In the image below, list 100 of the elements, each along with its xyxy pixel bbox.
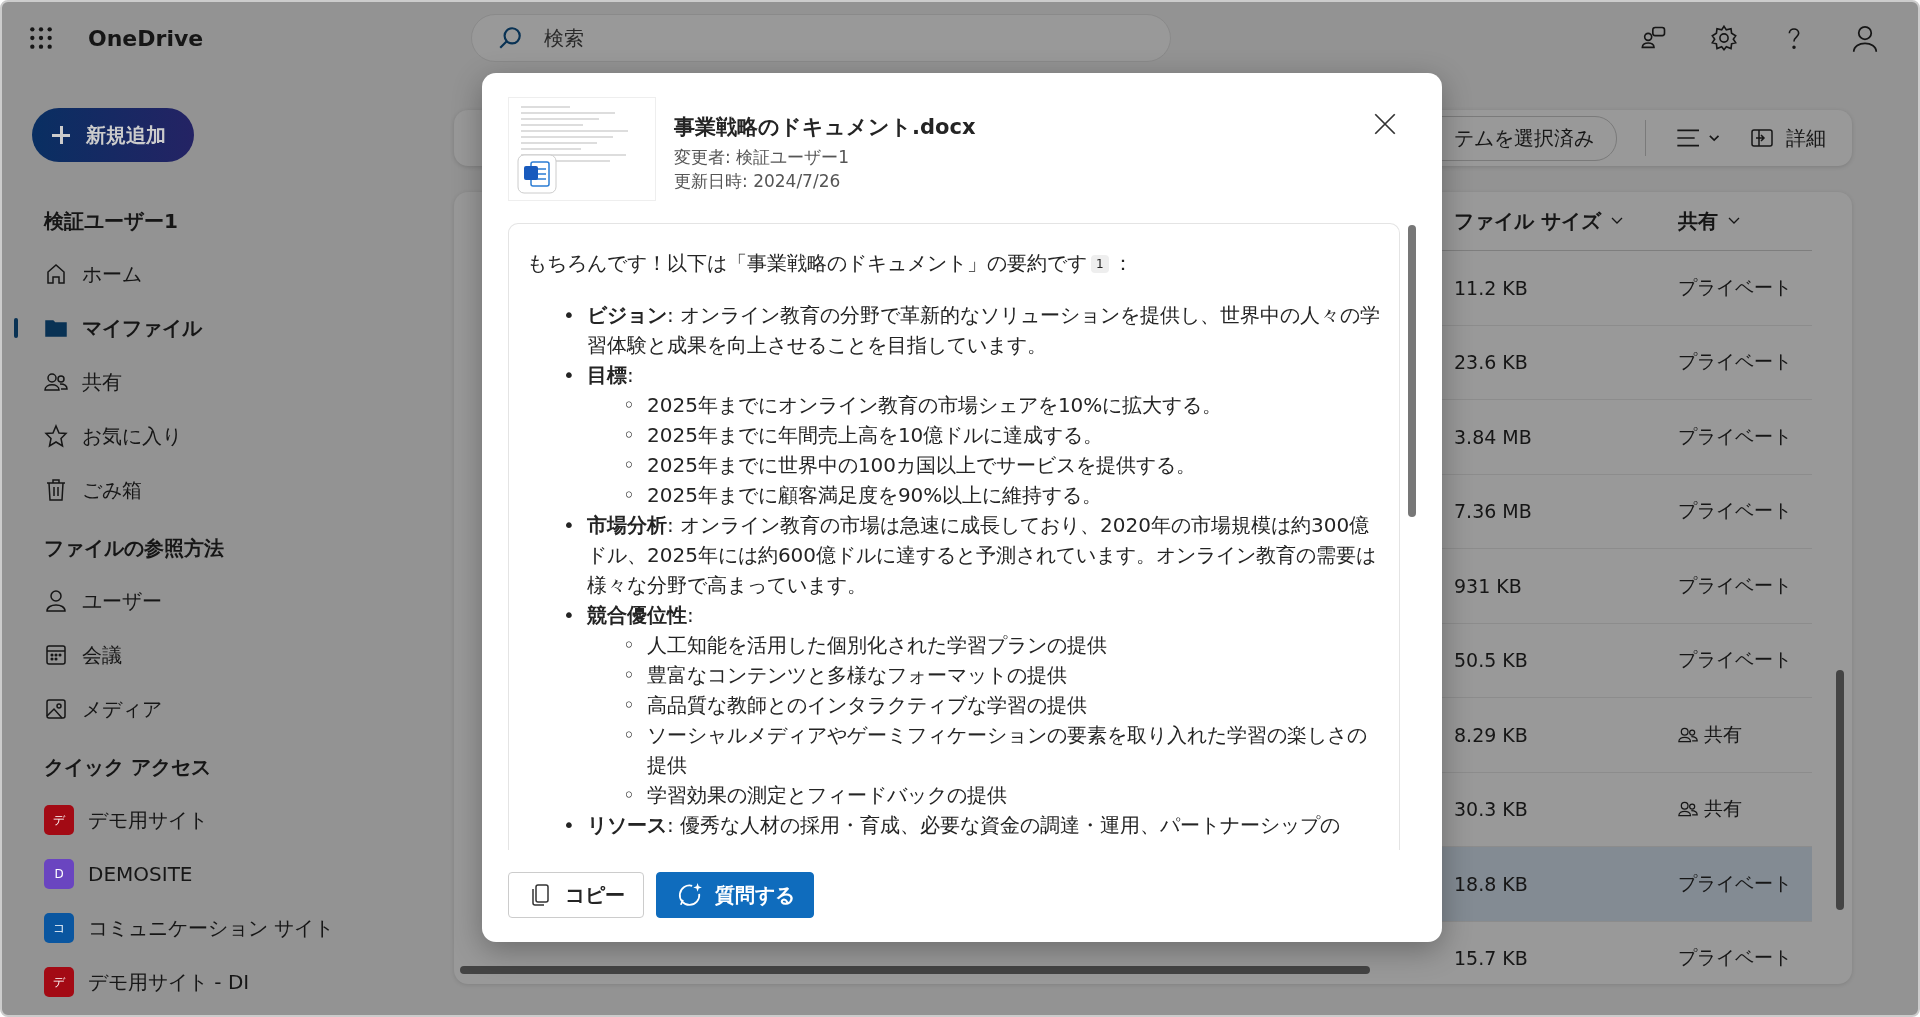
sharing-status: プライベート [1678,498,1792,524]
column-header[interactable]: 共有 [1678,207,1718,235]
site-badge: コ [44,913,74,943]
updated-date: 更新日時: 2024/7/26 [674,170,842,193]
modified-by: 変更者: 検証ユーザー1 [674,146,850,169]
details-pane-icon [1750,126,1774,150]
copy-button[interactable]: コピー [508,872,644,918]
site-badge: D [44,859,74,889]
section-heading: ファイルの参照方法 [43,535,225,562]
scrollbar[interactable] [1408,225,1416,517]
table-cell-text: 18.8 KB [1454,872,1529,895]
bullet-marker: ◦ [623,452,636,479]
scrollbar[interactable] [1836,670,1844,910]
bullet-marker: ◦ [623,392,636,419]
summary-subpoint: 2025年までに世界中の100カ国以上でサービスを提供する。 [647,452,1197,479]
sharing-status: プライベート [1678,870,1792,896]
sparkle-chat-icon [677,882,703,908]
details-button[interactable]: 詳細 [1744,123,1832,153]
table-cell-text: 3.84 MB [1454,425,1533,448]
sharing-status: プライベート [1678,572,1792,598]
sharing-status: プライベート [1678,945,1792,971]
table-cell-text: 50.5 KB [1454,649,1529,672]
bullet-marker: • [563,362,576,389]
sharing-status: 共有 [1678,796,1742,823]
bullet-marker: • [563,302,576,329]
table-cell-text: 30.3 KB [1454,798,1529,821]
ask-button[interactable]: 質問する [656,872,814,918]
bullet-marker: • [563,812,576,839]
image-icon [44,697,68,721]
selection-indicator [14,318,18,338]
bullet-marker: ◦ [623,422,636,449]
nav-item[interactable]: メディア [32,682,442,736]
nav-item[interactable]: お気に入り [32,409,442,463]
chevron-down-icon[interactable] [1728,217,1740,225]
summary-subpoint: 人工知能を活用した個別化された学習プランの提供 [647,632,1107,659]
table-cell-text: 8.29 KB [1454,723,1529,746]
sharing-status: プライベート [1678,349,1792,375]
table-cell-text: 7.36 MB [1454,500,1533,523]
table-cell-text: 23.6 KB [1454,351,1529,374]
star-icon [44,424,68,448]
file-name: 事業戦略のドキュメント.docx [674,114,976,141]
citation-marker[interactable]: 1 [1091,255,1109,273]
bullet-marker: ◦ [623,482,636,509]
close-icon [1372,111,1398,137]
bullet-marker: ◦ [623,722,636,749]
nav-item[interactable]: 会議 [32,628,442,682]
sharing-status: プライベート [1678,423,1792,449]
sharing-status: プライベート [1678,647,1792,673]
bullet-marker: ◦ [623,692,636,719]
plus-icon [52,126,70,144]
bullet-marker: • [563,602,576,629]
sharing-status: 共有 [1678,721,1742,748]
person-icon [44,589,68,613]
home-icon [44,262,68,286]
nav-item[interactable]: デ デモ用サイト [32,793,442,847]
nav-item[interactable]: 共有 [32,355,442,409]
settings-icon[interactable] [1710,24,1738,52]
app-name: OneDrive [88,25,205,51]
bullet-marker: ◦ [623,662,636,689]
nav-item[interactable]: マイファイル [32,301,442,355]
summary-point: 市場分析: オンライン教育の市場は急速に成長しており、2020年の市場規模は約300億ドル、2025年には約600億ドルに達すると予測されています。オンライン教育の需要は様々な分野で高まっています。 [587,512,1378,599]
sharing-status: プライベート [1678,274,1792,300]
bullet-marker: • [563,512,576,539]
nav-item[interactable]: ごみ箱 [32,463,442,517]
summary-intro: もちろんです！以下は「事業戦略のドキュメント」の要約です 1 ： [527,250,1134,277]
summary-subpoint: 学習効果の測定とフィードバックの提供 [647,782,1007,809]
section-heading: 検証ユーザー1 [42,208,179,235]
summary-point: 競合優位性: [587,602,694,629]
summary-subpoint: 2025年までに年間売上高を10億ドルに達成する。 [647,422,1104,449]
search-field[interactable]: 検索 [471,14,1171,62]
summary-subpoint: 2025年までにオンライン教育の市場シェアを10%に拡大する。 [647,392,1223,419]
column-header[interactable]: ファイル サイズ [1454,207,1601,235]
nav-item[interactable]: D DEMOSITE [32,847,442,901]
app-launcher-icon[interactable] [28,25,54,51]
nav-item[interactable]: デ デモ用サイト - DI [32,955,442,1009]
account-icon[interactable] [1850,23,1880,53]
summary-point: ビジョン: オンライン教育の分野で革新的なソリューションを提供し、世界中の人々の学習体験と成果を向上させることを目指しています。 [587,302,1381,359]
search-icon [497,25,523,51]
table-cell-text: 931 KB [1454,574,1523,597]
table-cell-text: 15.7 KB [1454,947,1529,970]
table-cell-text: 11.2 KB [1454,276,1529,299]
nav-item[interactable]: コ コミュニケーション サイト [32,901,442,955]
bullet-marker: ◦ [623,632,636,659]
nav-item[interactable]: ホーム [32,247,442,301]
trash-icon [44,478,68,502]
summary-point: 目標: [587,362,634,389]
summary-point: リソース: 優秀な人材の採用・育成、必要な資金の調達・運用、パートナーシップの [587,812,1341,839]
bullet-marker: ◦ [623,782,636,809]
site-badge: デ [44,967,74,997]
summary-subpoint: 2025年までに顧客満足度を90%以上に維持する。 [647,482,1103,509]
chevron-down-icon[interactable] [1610,217,1623,225]
site-badge: デ [44,805,74,835]
scrollbar[interactable] [460,966,1370,974]
add-new-button[interactable]: 新規追加 [32,108,194,162]
summary-subpoint: ソーシャルメディアやゲーミフィケーションの要素を取り入れた学習の楽しさの提供 [647,722,1368,779]
nav-item[interactable]: ユーザー [32,574,442,628]
calendar-icon [44,643,68,667]
people-icon [44,370,68,394]
summary-subpoint: 高品質な教師とのインタラクティブな学習の提供 [647,692,1087,719]
summary-subpoint: 豊富なコンテンツと多様なフォーマットの提供 [647,662,1067,689]
